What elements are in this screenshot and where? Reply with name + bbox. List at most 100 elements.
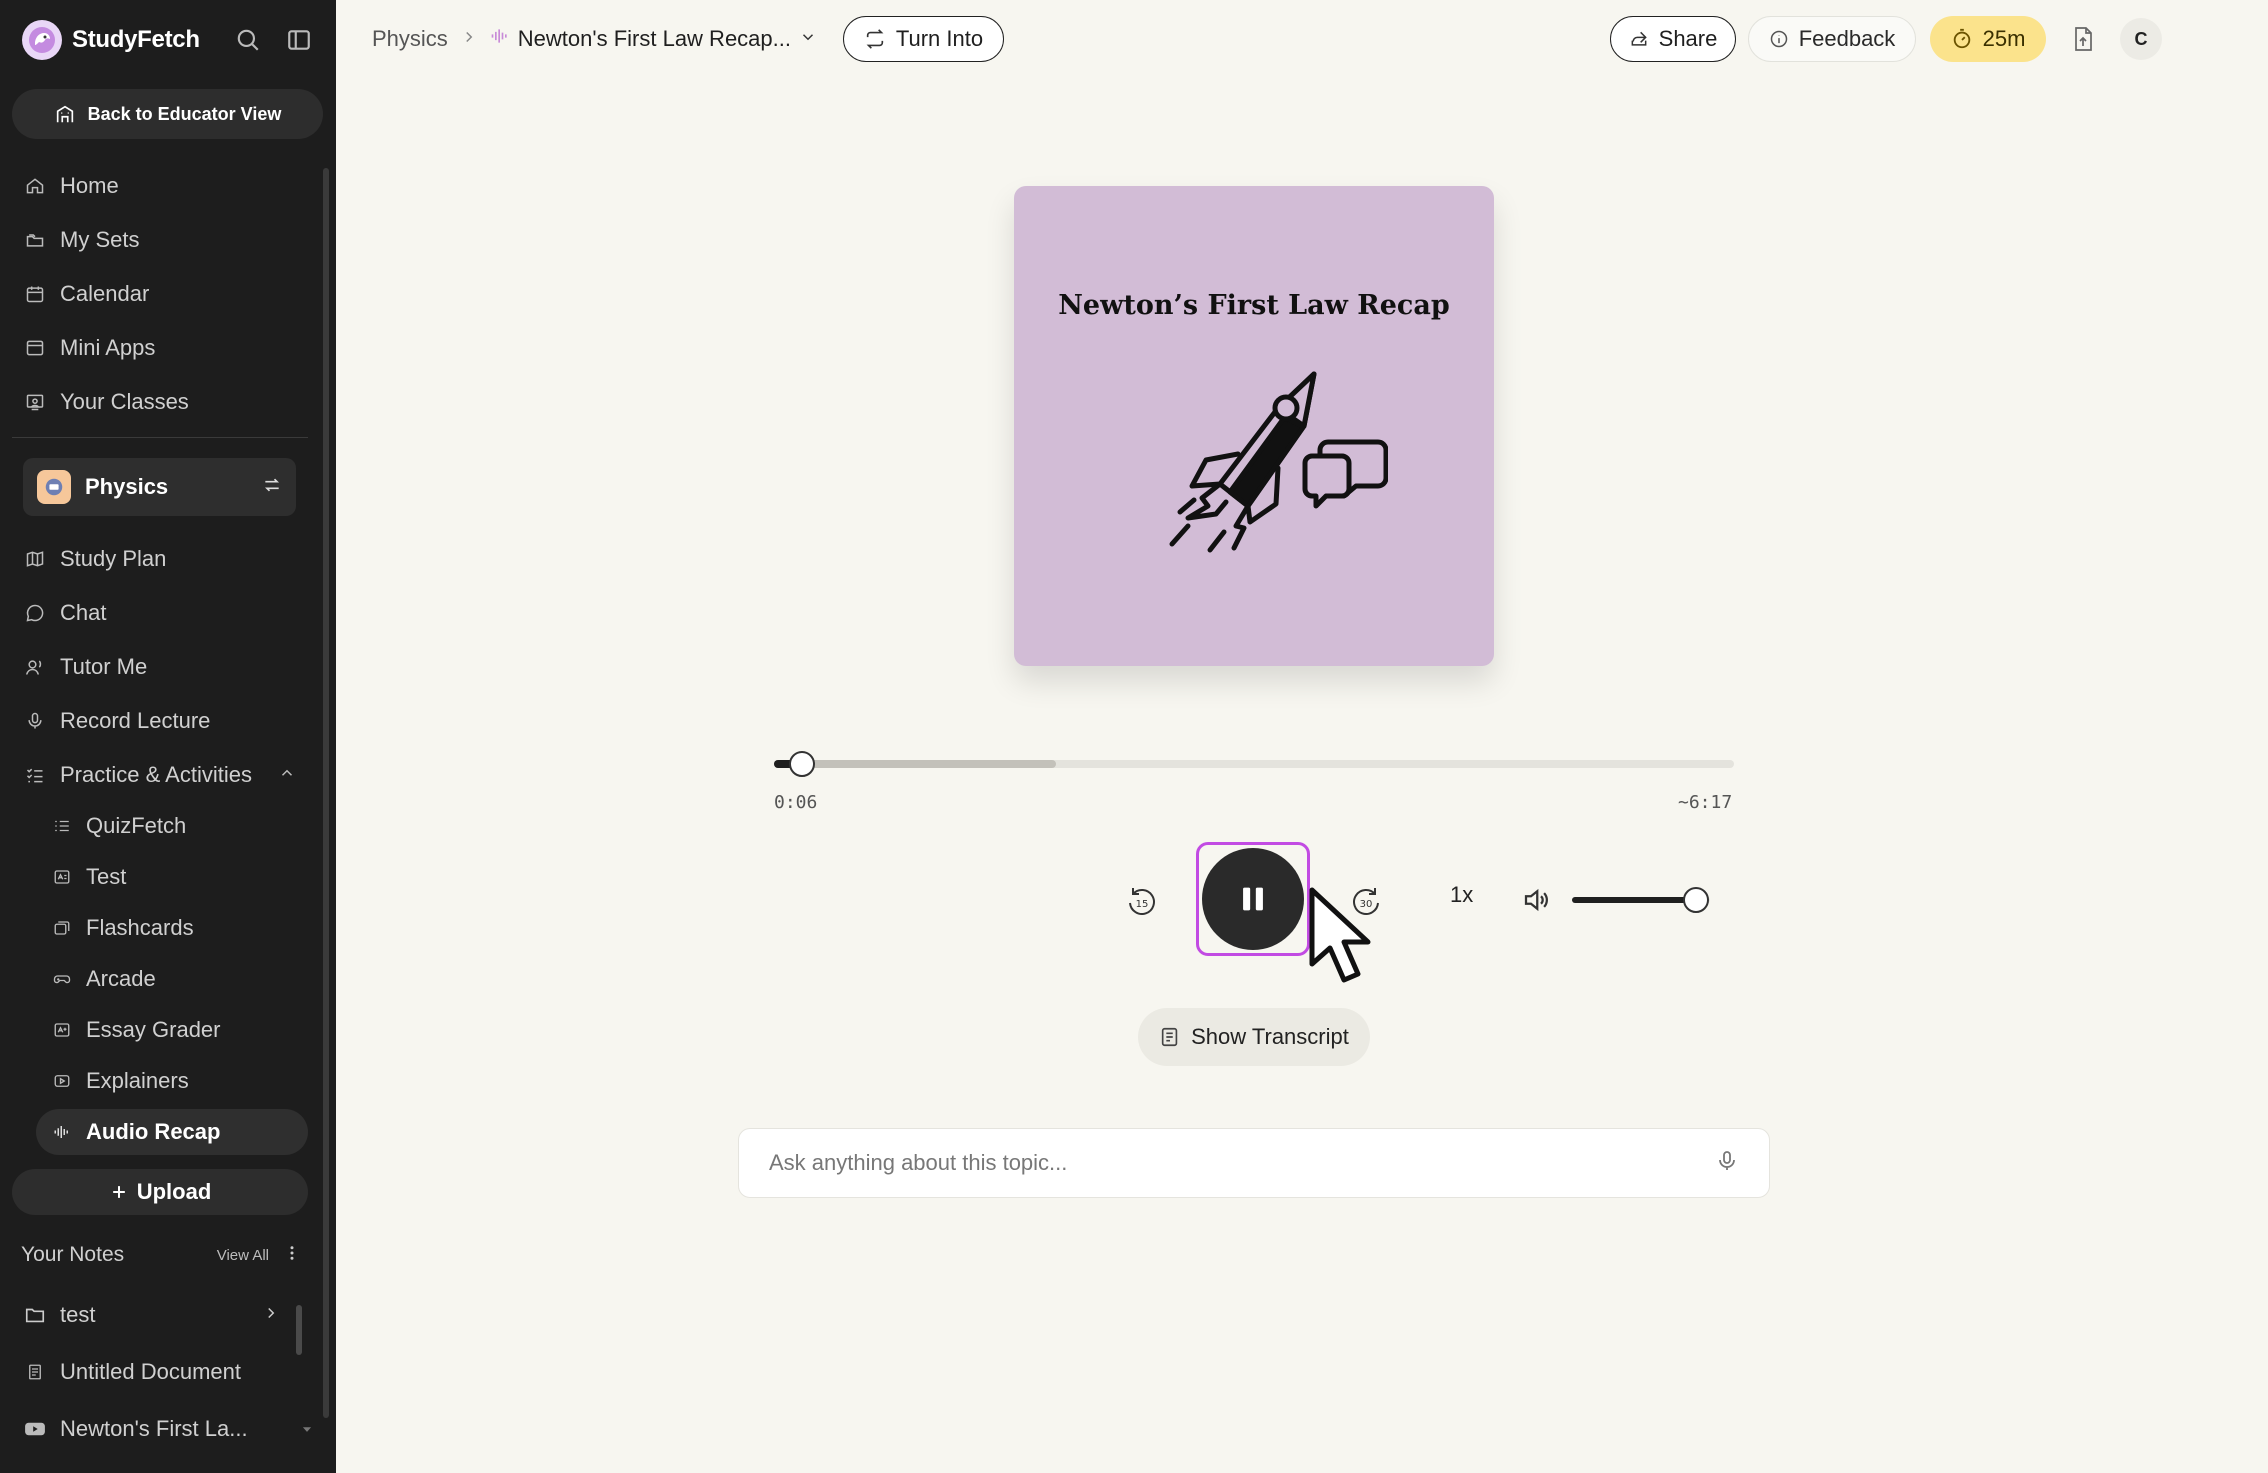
sidebar: StudyFetch Back to Educator View Home My… [0, 0, 336, 1473]
nav-tutor-me[interactable]: Tutor Me [24, 647, 147, 687]
show-transcript-button[interactable]: Show Transcript [1138, 1008, 1370, 1066]
activity-test[interactable]: Test [52, 857, 126, 897]
note-untitled-document-label: Untitled Document [60, 1359, 241, 1384]
activity-arcade[interactable]: Arcade [52, 959, 156, 999]
sidebar-scrollbar[interactable] [323, 168, 329, 1418]
turn-into-button[interactable]: Turn Into [843, 16, 1004, 62]
back-to-educator-button[interactable]: Back to Educator View [12, 89, 323, 139]
nav-home[interactable]: Home [24, 166, 119, 206]
building-icon [56, 105, 73, 123]
notes-scrollbar[interactable] [296, 1305, 302, 1355]
feedback-label: Feedback [1798, 26, 1896, 51]
home-icon [24, 175, 46, 197]
info-icon [1770, 30, 1787, 48]
chevron-up-icon[interactable] [278, 762, 296, 788]
transcript-icon [1161, 1027, 1178, 1047]
chevron-down-icon[interactable] [300, 1416, 314, 1442]
progress-handle[interactable] [788, 751, 815, 777]
activity-audio-recap-label: Audio Recap [86, 1119, 221, 1144]
microphone-icon[interactable] [1715, 1148, 1739, 1179]
note-newtons-first-law[interactable]: Newton's First La... [24, 1409, 314, 1449]
calendar-icon [24, 283, 46, 305]
plus-icon [112, 1186, 125, 1198]
repeat-icon [866, 29, 884, 49]
play-box-icon [52, 1071, 72, 1091]
checklist-icon [24, 764, 46, 786]
share-button[interactable]: Share [1610, 16, 1736, 62]
activity-essay-grader-label: Essay Grader [86, 1017, 221, 1042]
nav-study-plan[interactable]: Study Plan [24, 539, 166, 579]
volume-button[interactable] [1516, 880, 1556, 920]
share-label: Share [1658, 26, 1718, 51]
cards-icon [52, 918, 72, 938]
nav-home-label: Home [60, 173, 119, 198]
activity-quizfetch[interactable]: QuizFetch [52, 806, 186, 846]
note-untitled-document[interactable]: Untitled Document [24, 1352, 241, 1392]
notes-view-all-link[interactable]: View All [217, 1247, 269, 1264]
current-class-selector[interactable]: Physics [23, 458, 296, 516]
more-vertical-icon[interactable] [283, 1244, 301, 1267]
breadcrumb-current-label: Newton's First Law Recap... [517, 26, 791, 51]
app-name: StudyFetch [72, 26, 200, 53]
nav-calendar-label: Calendar [60, 281, 150, 306]
activity-essay-grader[interactable]: Essay Grader [52, 1010, 221, 1050]
nav-my-sets[interactable]: My Sets [24, 220, 139, 260]
chevron-right-icon [460, 26, 478, 52]
notes-header: Your Notes View All [21, 1240, 301, 1270]
breadcrumb-root[interactable]: Physics [372, 26, 448, 52]
timer-label: 25m [1982, 26, 2026, 51]
studyfetch-logo-icon[interactable] [22, 20, 62, 60]
search-icon[interactable] [230, 22, 266, 58]
rewind-seconds: 15 [1136, 899, 1149, 910]
upload-button[interactable]: Upload [12, 1169, 308, 1215]
tutor-icon [24, 656, 46, 678]
audio-cover-art: Newton’s First Law Recap [1014, 186, 1494, 666]
export-icon[interactable] [2064, 20, 2102, 58]
timer-button[interactable]: 25m [1930, 16, 2046, 62]
classroom-icon [24, 391, 46, 413]
sidebar-header: StudyFetch [22, 18, 322, 62]
activity-arcade-label: Arcade [86, 966, 156, 991]
mouse-pointer-icon [1309, 887, 1371, 983]
user-avatar[interactable]: C [2120, 18, 2162, 60]
nav-chat[interactable]: Chat [24, 593, 106, 633]
nav-record-lecture-label: Record Lecture [60, 708, 211, 733]
upload-label: Upload [136, 1179, 212, 1204]
activity-test-label: Test [86, 864, 127, 889]
share-icon [1631, 31, 1647, 46]
folder-icon [24, 1304, 46, 1326]
nav-my-sets-label: My Sets [60, 227, 140, 252]
feedback-button[interactable]: Feedback [1748, 16, 1916, 62]
ask-box [738, 1128, 1770, 1198]
note-folder-test-label: test [60, 1302, 96, 1327]
nav-record-lecture[interactable]: Record Lecture [24, 701, 210, 741]
activity-audio-recap[interactable]: Audio Recap [52, 1112, 220, 1152]
chevron-right-icon[interactable] [262, 1302, 280, 1328]
pause-button[interactable] [1202, 848, 1304, 950]
pause-icon [1243, 887, 1263, 911]
note-newtons-first-law-label: Newton's First La... [60, 1416, 248, 1441]
volume-handle[interactable] [1683, 887, 1710, 913]
switch-class-icon[interactable] [262, 475, 282, 500]
rewind-15-button[interactable]: 15 [1120, 880, 1164, 924]
nav-calendar[interactable]: Calendar [24, 274, 149, 314]
nav-practice-activities[interactable]: Practice & Activities [24, 755, 296, 795]
volume-slider[interactable] [1572, 887, 1710, 913]
current-time: 0:06 [774, 792, 818, 813]
activity-flashcards[interactable]: Flashcards [52, 908, 194, 948]
progress-bar[interactable] [774, 751, 1734, 777]
audio-wave-icon [52, 1122, 72, 1142]
nav-your-classes[interactable]: Your Classes [24, 382, 189, 422]
note-folder-test[interactable]: test [24, 1295, 280, 1335]
activity-explainers[interactable]: Explainers [52, 1061, 189, 1101]
breadcrumb-current[interactable]: Newton's First Law Recap... [490, 26, 817, 52]
test-icon [52, 867, 72, 887]
ask-input[interactable] [769, 1150, 1715, 1176]
list-icon [52, 816, 72, 836]
playback-speed-button[interactable]: 1x [1450, 882, 1473, 908]
cover-title: Newton’s First Law Recap [1058, 290, 1450, 321]
nav-your-classes-label: Your Classes [60, 389, 189, 414]
sidebar-toggle-icon[interactable] [281, 22, 317, 58]
nav-tutor-me-label: Tutor Me [60, 654, 148, 679]
nav-mini-apps[interactable]: Mini Apps [24, 328, 155, 368]
